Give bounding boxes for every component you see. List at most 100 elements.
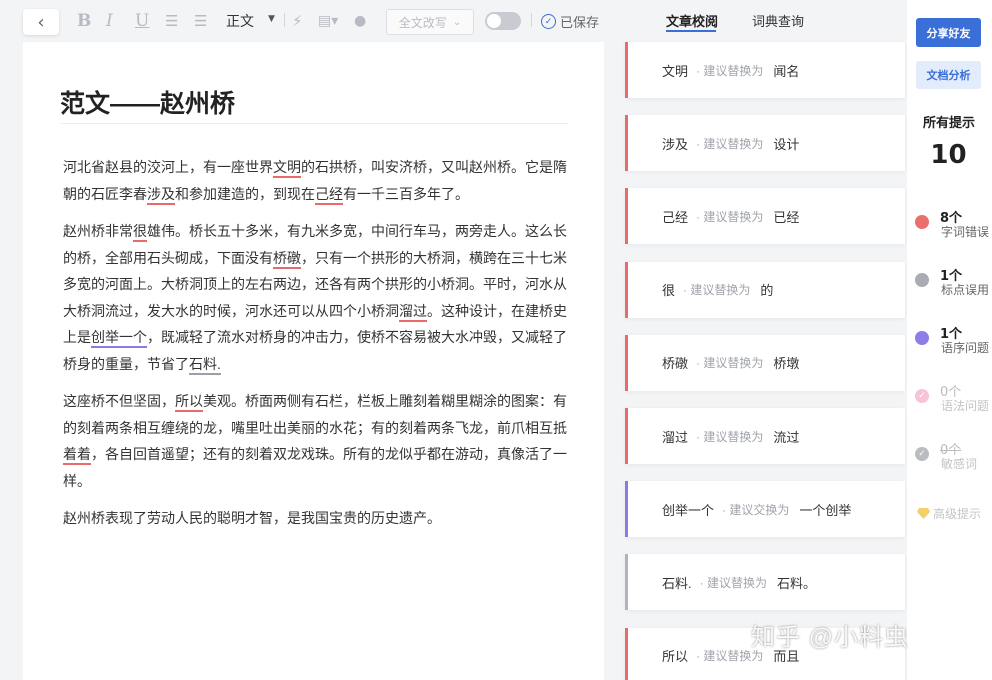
text-run: 这座桥不但坚固，	[63, 393, 175, 409]
error-highlight[interactable]: 桥礅	[273, 249, 301, 269]
suggestion-card[interactable]: 石料. · 建议替换为 石料。	[625, 554, 905, 611]
suggestion-card[interactable]: 己经 · 建议替换为 已经	[625, 188, 905, 245]
suggestion-replacement[interactable]: 流过	[773, 427, 799, 446]
bullet-list-icon[interactable]: ☰	[194, 11, 207, 31]
suggestion-original: 己经	[662, 209, 689, 225]
suggestion-replacement[interactable]: 桥墩	[773, 353, 799, 372]
error-highlight[interactable]: 涉及	[147, 185, 175, 205]
category-label: 敏感词	[941, 457, 978, 471]
diamond-icon	[917, 508, 930, 519]
advanced-hints-button[interactable]: 高级提示	[917, 505, 981, 522]
divider	[284, 13, 285, 27]
suggestion-replacement[interactable]: 石料。	[777, 573, 816, 592]
suggestion-list: 文明 · 建议替换为 闻名 涉及 · 建议替换为 设计 己经 · 建议替换为 已经很 · 建议替换…	[625, 0, 907, 680]
chevron-down-icon: ⌄	[452, 16, 462, 28]
hint-category[interactable]: 1个 标点误用	[915, 265, 992, 301]
suggestion-original: 石料.	[662, 575, 692, 591]
suggestion-original: 文明	[662, 63, 689, 79]
side-panel: 分享好友 文档分析 所有提示 10 8个 字词错误 1个 标点误用 1个 语序问题 ✓ 0个语…	[907, 0, 992, 680]
text-run: 赵州桥非常	[63, 223, 133, 239]
font-style-select[interactable]: 正文	[226, 11, 254, 31]
suggestion-original: 涉及	[662, 136, 689, 152]
error-highlight[interactable]: 着着	[63, 446, 91, 465]
check-circle-icon: ✓	[541, 14, 556, 29]
underline-icon[interactable]: U	[135, 11, 149, 31]
text-run: 有一千三百多年了。	[343, 185, 469, 202]
back-button[interactable]: ‹	[23, 9, 59, 35]
bold-icon[interactable]: B	[77, 11, 91, 31]
chevron-left-icon: ‹	[37, 11, 45, 33]
suggestion-hint: · 建议交换为	[722, 502, 790, 517]
category-dot-icon	[915, 215, 929, 229]
settings-icon[interactable]: ●	[354, 11, 366, 31]
editor-toolbar: ‹ B I U ☰ ☰ 正文 ▼ ⚡ ▤▾ ● 全文改写 ⌄ ✓ 已保存	[0, 0, 606, 40]
suggestion-original: 溜过	[662, 429, 689, 445]
suggestion-card[interactable]: 桥礅 · 建议替换为 桥墩	[625, 334, 905, 391]
suggestion-hint: · 建议替换为	[696, 356, 764, 371]
text-run: 赵州桥表现了劳动人民的聪明才智，是我国宝贵的历史遗产。	[63, 510, 441, 526]
saved-label: 已保存	[560, 16, 600, 31]
suggestion-replacement[interactable]: 设计	[773, 134, 799, 153]
paragraph[interactable]: 赵州桥非常很雄伟。桥长五十多米，有九米多宽，中间行车马，两旁走人。这么长的桥，全…	[63, 218, 571, 377]
suggestion-original: 很	[662, 283, 676, 299]
watermark: 知乎 @小料虫	[751, 624, 910, 651]
suggestion-card[interactable]: 创举一个 · 建议交换为 一个创举	[625, 481, 905, 538]
suggestion-replacement[interactable]: 的	[760, 280, 773, 299]
hint-category[interactable]: 1个 语序问题	[915, 323, 992, 359]
suggestion-hint: · 建议替换为	[696, 429, 764, 444]
error-highlight[interactable]: 己经	[315, 185, 343, 205]
share-button[interactable]: 分享好友	[916, 18, 981, 47]
category-label: 标点误用	[941, 283, 990, 297]
italic-icon[interactable]: I	[106, 11, 113, 31]
check-circle-icon: ✓	[915, 447, 929, 461]
suggestion-hint: · 建议替换为	[683, 283, 751, 298]
suggestion-original: 所以	[662, 649, 689, 665]
suggestion-card[interactable]: 很 · 建议替换为的	[625, 261, 905, 318]
hint-category[interactable]: ✓ 0个 语法问题	[915, 381, 992, 417]
suggestion-original: 桥礅	[662, 356, 689, 372]
error-highlight[interactable]: 石料.	[189, 355, 221, 375]
error-highlight[interactable]: 所以	[175, 393, 203, 412]
all-hints-label: 所有提示	[923, 116, 976, 131]
rewrite-toggle[interactable]	[485, 12, 521, 30]
suggestion-hint: · 建议替换为	[696, 63, 764, 78]
category-label: 语法问题	[941, 399, 990, 413]
layout-icon[interactable]: ▤▾	[318, 11, 338, 31]
document-analysis-button[interactable]: 文档分析	[916, 61, 981, 89]
suggestion-hint: · 建议替换为	[696, 209, 764, 224]
suggestion-hint: · 建议替换为	[696, 136, 764, 151]
error-highlight[interactable]: 文明	[273, 159, 301, 178]
advanced-hints-label: 高级提示	[933, 507, 982, 521]
suggestion-hint: · 建议替换为	[699, 575, 767, 590]
error-highlight[interactable]: 很	[133, 223, 147, 242]
suggestion-replacement[interactable]: 闻名	[773, 61, 799, 80]
saved-status: ✓ 已保存	[541, 12, 599, 31]
suggestion-card[interactable]: 文明 · 建议替换为 闻名	[625, 42, 905, 98]
hint-category[interactable]: 8个 字词错误	[915, 207, 992, 243]
error-highlight[interactable]: 溜过	[399, 302, 427, 322]
hint-category[interactable]: ✓ 0个 敏感词	[915, 439, 992, 475]
chevron-down-icon[interactable]: ▼	[268, 14, 275, 24]
error-highlight[interactable]: 创举一个	[91, 329, 147, 348]
rewrite-label: 全文改写	[398, 15, 447, 30]
document-body[interactable]: 河北省赵县的洨河上，有一座世界文明的石拱桥，叫安济桥，又叫赵州桥。它是隋朝的石匠…	[63, 154, 571, 543]
suggestion-replacement[interactable]: 已经	[773, 207, 799, 226]
suggestion-card[interactable]: 涉及 · 建议替换为 设计	[625, 115, 905, 172]
document-title[interactable]: 范文——赵州桥	[60, 84, 235, 120]
ordered-list-icon[interactable]: ☰	[165, 11, 178, 31]
suggestion-original: 创举一个	[662, 502, 715, 518]
check-circle-icon: ✓	[915, 389, 929, 403]
paragraph[interactable]: 赵州桥表现了劳动人民的聪明才智，是我国宝贵的历史遗产。	[63, 505, 571, 532]
category-dot-icon	[915, 331, 929, 345]
editor-page[interactable]: 范文——赵州桥 河北省赵县的洨河上，有一座世界文明的石拱桥，叫安济桥，又叫赵州桥…	[23, 42, 604, 680]
lightning-icon[interactable]: ⚡	[292, 11, 303, 31]
category-label: 字词错误	[941, 225, 990, 239]
paragraph[interactable]: 这座桥不但坚固，所以美观。桥面两侧有石栏，栏板上雕刻着糊里糊涂的图案：有的刻着两…	[63, 388, 571, 494]
text-run: 和参加建造的，到现在	[175, 185, 315, 202]
text-run: 河北省赵县的洨河上，有一座世界	[63, 159, 273, 175]
rewrite-button[interactable]: 全文改写 ⌄	[386, 9, 474, 35]
suggestion-replacement[interactable]: 一个创举	[799, 500, 851, 519]
paragraph[interactable]: 河北省赵县的洨河上，有一座世界文明的石拱桥，叫安济桥，又叫赵州桥。它是隋朝的石匠…	[63, 154, 571, 207]
suggestion-card[interactable]: 溜过 · 建议替换为 流过	[625, 408, 905, 464]
category-label: 语序问题	[941, 341, 990, 355]
